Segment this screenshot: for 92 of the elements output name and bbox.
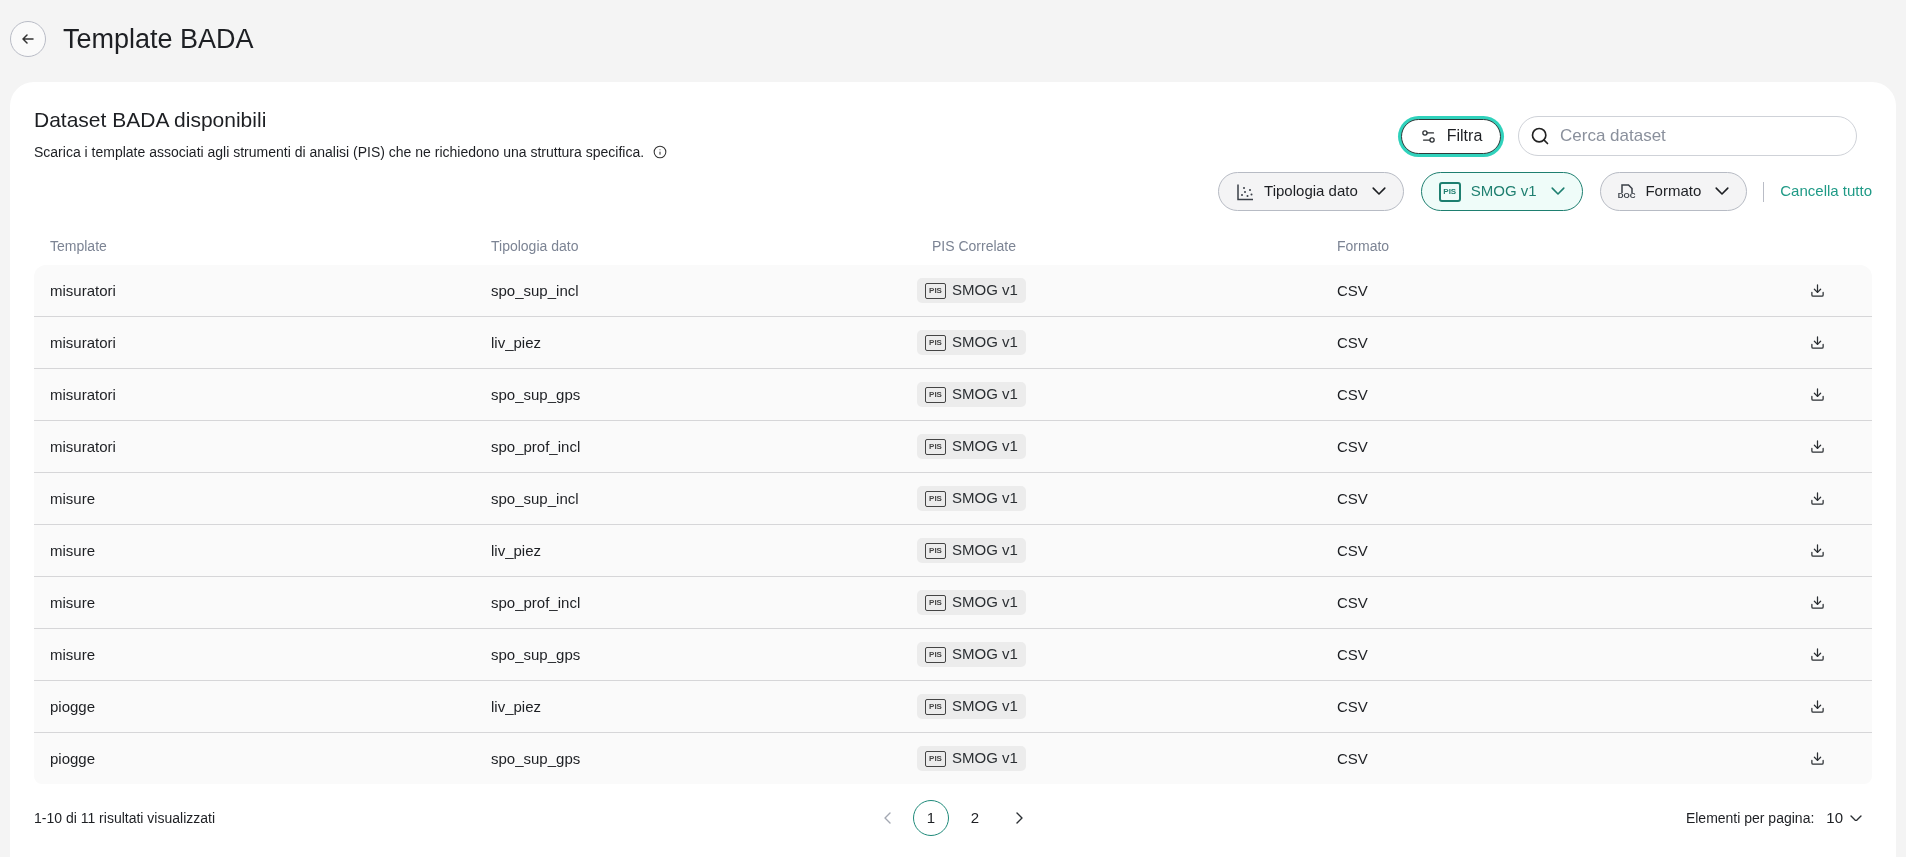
page-button[interactable]: 2: [957, 800, 993, 836]
table-cell: misuratori: [50, 333, 116, 351]
table-cell: CSV: [1337, 645, 1368, 663]
table-cell: misuratori: [50, 437, 116, 455]
table-cell: CSV: [1337, 593, 1368, 611]
pis-tag: PIS: [925, 542, 946, 559]
chevron-left-icon: [883, 812, 891, 824]
table-cell: CSV: [1337, 281, 1368, 299]
table-cell: spo_sup_incl: [491, 489, 579, 507]
filter-chip[interactable]: PIS SMOG v1: [1420, 172, 1583, 211]
table-cell: CSV: [1337, 333, 1368, 351]
info-icon[interactable]: [653, 145, 668, 159]
table-cell: spo_sup_gps: [491, 749, 581, 767]
back-arrow-icon: [22, 34, 34, 44]
pis-tag: PIS: [925, 698, 946, 715]
back-button[interactable]: [10, 21, 46, 57]
table-cell: spo_prof_incl: [491, 593, 581, 611]
badge-label: SMOG v1: [952, 436, 1018, 457]
page-size-label: Elementi per pagina:: [1685, 808, 1815, 828]
table-cell: piogge: [50, 749, 96, 767]
pis-tag: PIS: [925, 490, 946, 507]
page-size-select[interactable]: 10: [1826, 806, 1862, 830]
pis-tag: PIS: [925, 282, 946, 299]
filter-button[interactable]: Filtra: [1401, 118, 1501, 154]
file-icon: [1620, 183, 1633, 193]
column-header: PIS Correlate: [932, 238, 1017, 254]
scatter-chart-icon: [1236, 182, 1255, 201]
pis-tag: PIS: [925, 646, 946, 663]
table-cell: spo_sup_incl: [491, 281, 579, 299]
table-cell: misuratori: [50, 281, 116, 299]
results-summary: 1-10 di 11 risultati visualizzati: [34, 810, 216, 826]
column-header: Template: [50, 238, 107, 254]
download-icon[interactable]: [1810, 283, 1825, 298]
pis-tag: PIS: [925, 594, 946, 611]
table-cell: misure: [50, 593, 95, 611]
doc-tag: DOC: [1617, 191, 1636, 200]
download-icon[interactable]: [1810, 387, 1825, 402]
badge-label: SMOG v1: [952, 280, 1018, 301]
table-cell: misuratori: [50, 385, 116, 403]
badge-label: SMOG v1: [952, 592, 1018, 613]
table-cell: piogge: [50, 697, 96, 715]
badge-label: SMOG v1: [952, 540, 1018, 561]
table-cell: CSV: [1337, 541, 1368, 559]
download-icon[interactable]: [1810, 647, 1825, 662]
chevron-down-icon: [1550, 187, 1565, 196]
clear-all-link[interactable]: Cancella tutto: [1780, 180, 1872, 203]
table-cell: CSV: [1337, 489, 1368, 507]
chevron-right-icon: [1015, 812, 1023, 824]
column-header: Tipologia dato: [491, 238, 579, 254]
page-title: Template BADA: [63, 23, 254, 55]
badge-label: SMOG v1: [952, 332, 1018, 353]
chevron-down-icon: [1850, 814, 1862, 822]
chevron-down-icon: [1371, 187, 1386, 196]
table-cell: spo_sup_gps: [491, 645, 581, 663]
filter-chip[interactable]: Tipologia dato: [1218, 172, 1404, 211]
table-cell: misure: [50, 645, 95, 663]
download-icon[interactable]: [1810, 699, 1825, 714]
filter-chip[interactable]: DOC Formato: [1599, 172, 1748, 211]
table-cell: CSV: [1337, 437, 1368, 455]
table-cell: CSV: [1337, 385, 1368, 403]
table-cell: misure: [50, 541, 95, 559]
table-cell: liv_piez: [491, 333, 542, 351]
search-field[interactable]: Cerca dataset: [1518, 116, 1857, 156]
column-header: Formato: [1337, 238, 1390, 254]
pis-tag: PIS: [925, 334, 946, 351]
pis-tag: PIS: [925, 750, 946, 767]
download-icon[interactable]: [1810, 595, 1825, 610]
table-cell: liv_piez: [491, 541, 542, 559]
chevron-down-icon: [1715, 187, 1730, 196]
badge-label: SMOG v1: [952, 748, 1018, 769]
download-icon[interactable]: [1810, 335, 1825, 350]
table-cell: misure: [50, 489, 95, 507]
sliders-icon: [1419, 127, 1437, 145]
pis-tag: PIS: [1438, 181, 1461, 202]
badge-label: SMOG v1: [952, 384, 1018, 405]
download-icon[interactable]: [1810, 491, 1825, 506]
table-cell: CSV: [1337, 749, 1368, 767]
pis-tag: PIS: [925, 438, 946, 455]
search-icon: [1530, 126, 1550, 146]
table-cell: liv_piez: [491, 697, 542, 715]
pis-tag: PIS: [925, 386, 946, 403]
table-cell: spo_sup_gps: [491, 385, 581, 403]
table-cell: spo_prof_incl: [491, 437, 581, 455]
badge-label: SMOG v1: [952, 696, 1018, 717]
badge-label: SMOG v1: [952, 488, 1018, 509]
card-title: Dataset BADA disponibili: [34, 108, 268, 132]
download-icon[interactable]: [1810, 751, 1825, 766]
badge-label: SMOG v1: [952, 644, 1018, 665]
table-cell: CSV: [1337, 697, 1368, 715]
card-description: Scarica i template associati agli strumenti di analisi (PIS) che ne richiedono una struttura specifica.: [34, 143, 645, 161]
download-icon[interactable]: [1810, 439, 1825, 454]
download-icon[interactable]: [1810, 543, 1825, 558]
